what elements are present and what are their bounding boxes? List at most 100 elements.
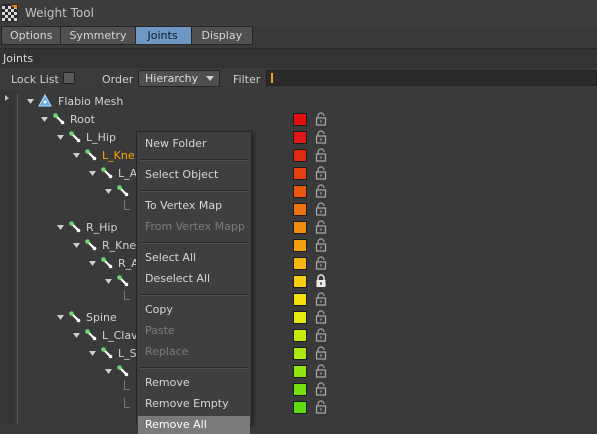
menu-item-deselect-all[interactable]: Deselect All <box>138 270 250 288</box>
menu-separator <box>140 190 248 192</box>
expand-triangle-icon[interactable] <box>105 368 113 376</box>
tree-row-label: Spine <box>86 311 117 324</box>
tree-row[interactable] <box>0 290 597 308</box>
tab-options[interactable]: Options <box>1 26 62 45</box>
menu-item-remove[interactable]: Remove <box>138 374 250 392</box>
lock-open-icon[interactable] <box>315 166 327 180</box>
joint-color-swatch[interactable] <box>293 383 307 396</box>
lock-closed-icon[interactable] <box>315 274 327 288</box>
menu-item-paste: Paste <box>145 324 175 337</box>
tree-connector <box>124 389 130 390</box>
tree-row-label: L_S <box>118 347 137 360</box>
menu-item-remove-empty[interactable]: Remove Empty <box>138 395 250 413</box>
order-dropdown[interactable]: Hierarchy <box>138 70 220 87</box>
expand-triangle-icon[interactable] <box>89 350 97 358</box>
menu-item-remove-all[interactable]: Remove All <box>138 416 250 434</box>
tree-row[interactable] <box>0 272 597 290</box>
lock-open-icon[interactable] <box>315 364 327 378</box>
tree-row[interactable]: R_Hip <box>0 218 597 236</box>
tab-joints[interactable]: Joints <box>134 26 192 45</box>
joint-icon <box>101 347 113 359</box>
joint-color-swatch[interactable] <box>293 329 307 342</box>
expand-triangle-icon[interactable] <box>73 242 81 250</box>
lock-open-icon[interactable] <box>315 220 327 234</box>
expand-triangle-icon[interactable] <box>73 152 81 160</box>
menu-item-select-object[interactable]: Select Object <box>138 166 250 184</box>
menu-separator <box>140 159 248 161</box>
tree-row[interactable]: Root <box>0 110 597 128</box>
joint-color-swatch[interactable] <box>293 203 307 216</box>
lock-open-icon[interactable] <box>315 130 327 144</box>
expand-triangle-icon[interactable] <box>57 224 65 232</box>
expand-triangle-icon[interactable] <box>57 314 65 322</box>
joint-color-swatch[interactable] <box>293 401 307 414</box>
tree-row[interactable] <box>0 362 597 380</box>
menu-separator <box>140 367 248 369</box>
joint-color-swatch[interactable] <box>293 167 307 180</box>
expand-triangle-icon[interactable] <box>89 260 97 268</box>
joint-color-swatch[interactable] <box>293 365 307 378</box>
joint-color-swatch[interactable] <box>293 293 307 306</box>
joint-icon <box>69 221 81 233</box>
joint-color-swatch[interactable] <box>293 131 307 144</box>
joint-color-swatch[interactable] <box>293 149 307 162</box>
tree-row[interactable]: L_Clav <box>0 326 597 344</box>
joint-color-swatch[interactable] <box>293 185 307 198</box>
joint-color-swatch[interactable] <box>293 275 307 288</box>
lock-open-icon[interactable] <box>315 202 327 216</box>
lock-open-icon[interactable] <box>315 400 327 414</box>
filter-input[interactable] <box>266 70 597 86</box>
text-caret <box>271 73 273 83</box>
expand-triangle-icon[interactable] <box>105 188 113 196</box>
tree-row[interactable]: L_A <box>0 164 597 182</box>
tree-row-label: Root <box>70 113 95 126</box>
joint-color-swatch[interactable] <box>293 347 307 360</box>
lock-list-checkbox[interactable] <box>63 72 75 84</box>
expand-triangle-icon[interactable] <box>27 98 35 106</box>
tree-row[interactable] <box>0 380 597 398</box>
lock-open-icon[interactable] <box>315 382 327 396</box>
lock-open-icon[interactable] <box>315 346 327 360</box>
joint-color-swatch[interactable] <box>293 311 307 324</box>
joint-color-swatch[interactable] <box>293 221 307 234</box>
tree-row[interactable]: R_Kne <box>0 236 597 254</box>
menu-item-to-vertex-map[interactable]: To Vertex Map <box>138 197 250 215</box>
lock-open-icon[interactable] <box>315 310 327 324</box>
tree-row[interactable] <box>0 200 597 218</box>
tab-display[interactable]: Display <box>190 26 254 45</box>
lock-open-icon[interactable] <box>315 328 327 342</box>
lock-open-icon[interactable] <box>315 184 327 198</box>
tree-row[interactable]: L_Kne <box>0 146 597 164</box>
joint-icon <box>117 365 129 377</box>
tree-row[interactable]: L_S <box>0 344 597 362</box>
joint-color-swatch[interactable] <box>293 239 307 252</box>
tab-bar: Options Symmetry Joints Display <box>1 26 254 45</box>
tree-row[interactable]: R_A <box>0 254 597 272</box>
joint-color-swatch[interactable] <box>293 257 307 270</box>
menu-item-select-all[interactable]: Select All <box>138 249 250 267</box>
lock-open-icon[interactable] <box>315 112 327 126</box>
tree-row[interactable]: Flabio Mesh <box>0 92 597 110</box>
tree-row-label: L_Kne <box>102 149 135 162</box>
lock-open-icon[interactable] <box>315 238 327 252</box>
tree-row[interactable]: Spine <box>0 308 597 326</box>
lock-list-label: Lock List <box>11 73 59 86</box>
menu-separator <box>140 242 248 244</box>
menu-item-new-folder[interactable]: New Folder <box>138 135 250 153</box>
order-dropdown-value: Hierarchy <box>145 72 199 85</box>
expand-triangle-icon[interactable] <box>73 332 81 340</box>
menu-item-copy[interactable]: Copy <box>138 301 250 319</box>
expand-triangle-icon[interactable] <box>57 134 65 142</box>
lock-open-icon[interactable] <box>315 256 327 270</box>
tree-row[interactable]: L_Hip <box>0 128 597 146</box>
tab-symmetry[interactable]: Symmetry <box>60 26 136 45</box>
expand-triangle-icon[interactable] <box>105 278 113 286</box>
joint-color-swatch[interactable] <box>293 113 307 126</box>
lock-open-icon[interactable] <box>315 292 327 306</box>
tree-row[interactable] <box>0 398 597 416</box>
expand-triangle-icon[interactable] <box>41 116 49 124</box>
section-header: Joints <box>0 49 597 68</box>
expand-triangle-icon[interactable] <box>89 170 97 178</box>
lock-open-icon[interactable] <box>315 148 327 162</box>
tree-row[interactable] <box>0 182 597 200</box>
